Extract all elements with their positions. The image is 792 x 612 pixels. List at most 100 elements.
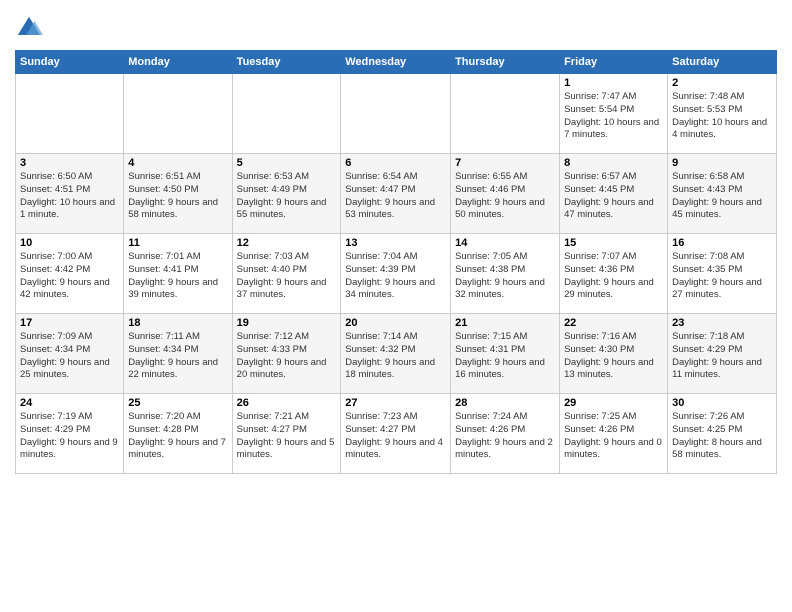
calendar-cell: 6Sunrise: 6:54 AM Sunset: 4:47 PM Daylig…: [341, 154, 451, 234]
day-info: Sunrise: 7:03 AM Sunset: 4:40 PM Dayligh…: [237, 251, 337, 302]
day-info: Sunrise: 7:19 AM Sunset: 4:29 PM Dayligh…: [20, 411, 119, 462]
day-info: Sunrise: 7:18 AM Sunset: 4:29 PM Dayligh…: [672, 331, 772, 382]
day-number: 10: [20, 237, 119, 249]
calendar-cell: 13 Sunrise: 7:04 AM Sunset: 4:39 PM Dayli…: [341, 234, 451, 314]
day-number: 2: [672, 77, 772, 89]
day-info: Sunrise: 6:51 AM Sunset: 4:50 PM Dayligh…: [128, 171, 227, 222]
day-number: 21: [455, 317, 555, 329]
calendar-header-row: SundayMondayTuesdayWednesdayThursdayFrid…: [16, 51, 777, 74]
calendar-header-tuesday: Tuesday: [232, 51, 341, 74]
calendar-week-5: 24 Sunrise: 7:19 AM Sunset: 4:29 PM Dayli…: [16, 394, 777, 474]
calendar-cell: 21 Sunrise: 7:15 AM Sunset: 4:31 PM Dayli…: [451, 314, 560, 394]
day-number: 25: [128, 397, 227, 409]
day-number: 16: [672, 237, 772, 249]
day-number: 26: [237, 397, 337, 409]
day-info: Sunrise: 6:58 AM Sunset: 4:43 PM Dayligh…: [672, 171, 772, 222]
day-info: Sunrise: 6:57 AM Sunset: 4:45 PM Dayligh…: [564, 171, 663, 222]
day-info: Sunrise: 7:14 AM Sunset: 4:32 PM Dayligh…: [345, 331, 446, 382]
day-info: Sunrise: 7:47 AM Sunset: 5:54 PM Dayligh…: [564, 91, 663, 142]
calendar-cell: 28 Sunrise: 7:24 AM Sunset: 4:26 PM Dayli…: [451, 394, 560, 474]
day-number: 24: [20, 397, 119, 409]
day-number: 7: [455, 157, 555, 169]
calendar-cell: 7Sunrise: 6:55 AM Sunset: 4:46 PM Daylig…: [451, 154, 560, 234]
day-info: Sunrise: 6:53 AM Sunset: 4:49 PM Dayligh…: [237, 171, 337, 222]
day-info: Sunrise: 6:50 AM Sunset: 4:51 PM Dayligh…: [20, 171, 119, 222]
day-number: 28: [455, 397, 555, 409]
day-number: 19: [237, 317, 337, 329]
calendar-cell: [232, 74, 341, 154]
calendar-cell: 22 Sunrise: 7:16 AM Sunset: 4:30 PM Dayli…: [560, 314, 668, 394]
day-info: Sunrise: 7:00 AM Sunset: 4:42 PM Dayligh…: [20, 251, 119, 302]
day-info: Sunrise: 7:15 AM Sunset: 4:31 PM Dayligh…: [455, 331, 555, 382]
calendar-week-2: 3 Sunrise: 6:50 AM Sunset: 4:51 PM Daylig…: [16, 154, 777, 234]
calendar-cell: 25 Sunrise: 7:20 AM Sunset: 4:28 PM Dayli…: [124, 394, 232, 474]
calendar-cell: 10 Sunrise: 7:00 AM Sunset: 4:42 PM Dayli…: [16, 234, 124, 314]
calendar: SundayMondayTuesdayWednesdayThursdayFrid…: [15, 50, 777, 474]
day-number: 4: [128, 157, 227, 169]
calendar-cell: 4 Sunrise: 6:51 AM Sunset: 4:50 PM Daylig…: [124, 154, 232, 234]
calendar-cell: 30 Sunrise: 7:26 AM Sunset: 4:25 PM Dayli…: [668, 394, 777, 474]
calendar-cell: 5 Sunrise: 6:53 AM Sunset: 4:49 PM Daylig…: [232, 154, 341, 234]
calendar-week-3: 10 Sunrise: 7:00 AM Sunset: 4:42 PM Dayli…: [16, 234, 777, 314]
day-number: 11: [128, 237, 227, 249]
calendar-header-monday: Monday: [124, 51, 232, 74]
calendar-cell: 16 Sunrise: 7:08 AM Sunset: 4:35 PM Dayli…: [668, 234, 777, 314]
day-number: 15: [564, 237, 663, 249]
calendar-cell: 19 Sunrise: 7:12 AM Sunset: 4:33 PM Dayli…: [232, 314, 341, 394]
day-info: Sunrise: 7:12 AM Sunset: 4:33 PM Dayligh…: [237, 331, 337, 382]
calendar-header-thursday: Thursday: [451, 51, 560, 74]
calendar-cell: 11Sunrise: 7:01 AM Sunset: 4:41 PM Dayli…: [124, 234, 232, 314]
calendar-cell: 26 Sunrise: 7:21 AM Sunset: 4:27 PM Dayli…: [232, 394, 341, 474]
calendar-header-sunday: Sunday: [16, 51, 124, 74]
calendar-cell: 27 Sunrise: 7:23 AM Sunset: 4:27 PM Dayli…: [341, 394, 451, 474]
calendar-cell: 9 Sunrise: 6:58 AM Sunset: 4:43 PM Daylig…: [668, 154, 777, 234]
calendar-week-1: 1Sunrise: 7:47 AM Sunset: 5:54 PM Daylig…: [16, 74, 777, 154]
day-info: Sunrise: 7:07 AM Sunset: 4:36 PM Dayligh…: [564, 251, 663, 302]
day-info: Sunrise: 7:26 AM Sunset: 4:25 PM Dayligh…: [672, 411, 772, 462]
logo: [15, 14, 47, 42]
day-info: Sunrise: 7:48 AM Sunset: 5:53 PM Dayligh…: [672, 91, 772, 142]
day-info: Sunrise: 7:09 AM Sunset: 4:34 PM Dayligh…: [20, 331, 119, 382]
day-info: Sunrise: 7:24 AM Sunset: 4:26 PM Dayligh…: [455, 411, 555, 462]
day-number: 23: [672, 317, 772, 329]
calendar-cell: [124, 74, 232, 154]
day-info: Sunrise: 7:08 AM Sunset: 4:35 PM Dayligh…: [672, 251, 772, 302]
calendar-cell: [341, 74, 451, 154]
day-info: Sunrise: 7:21 AM Sunset: 4:27 PM Dayligh…: [237, 411, 337, 462]
page: SundayMondayTuesdayWednesdayThursdayFrid…: [0, 0, 792, 612]
calendar-cell: [16, 74, 124, 154]
day-number: 18: [128, 317, 227, 329]
calendar-cell: 24 Sunrise: 7:19 AM Sunset: 4:29 PM Dayli…: [16, 394, 124, 474]
day-info: Sunrise: 6:54 AM Sunset: 4:47 PM Dayligh…: [345, 171, 446, 222]
day-number: 13: [345, 237, 446, 249]
day-number: 29: [564, 397, 663, 409]
day-number: 14: [455, 237, 555, 249]
day-number: 20: [345, 317, 446, 329]
calendar-cell: 15 Sunrise: 7:07 AM Sunset: 4:36 PM Dayli…: [560, 234, 668, 314]
day-number: 17: [20, 317, 119, 329]
calendar-cell: 23 Sunrise: 7:18 AM Sunset: 4:29 PM Dayli…: [668, 314, 777, 394]
calendar-cell: 29 Sunrise: 7:25 AM Sunset: 4:26 PM Dayli…: [560, 394, 668, 474]
day-number: 3: [20, 157, 119, 169]
calendar-cell: 3 Sunrise: 6:50 AM Sunset: 4:51 PM Daylig…: [16, 154, 124, 234]
day-info: Sunrise: 7:11 AM Sunset: 4:34 PM Dayligh…: [128, 331, 227, 382]
calendar-cell: 17 Sunrise: 7:09 AM Sunset: 4:34 PM Dayli…: [16, 314, 124, 394]
day-number: 12: [237, 237, 337, 249]
day-info: Sunrise: 7:23 AM Sunset: 4:27 PM Dayligh…: [345, 411, 446, 462]
day-number: 22: [564, 317, 663, 329]
logo-icon: [15, 14, 43, 42]
day-info: Sunrise: 7:04 AM Sunset: 4:39 PM Dayligh…: [345, 251, 446, 302]
day-number: 5: [237, 157, 337, 169]
day-number: 27: [345, 397, 446, 409]
day-info: Sunrise: 7:25 AM Sunset: 4:26 PM Dayligh…: [564, 411, 663, 462]
day-info: Sunrise: 7:05 AM Sunset: 4:38 PM Dayligh…: [455, 251, 555, 302]
calendar-header-friday: Friday: [560, 51, 668, 74]
day-number: 30: [672, 397, 772, 409]
day-number: 8: [564, 157, 663, 169]
day-number: 9: [672, 157, 772, 169]
day-info: Sunrise: 7:16 AM Sunset: 4:30 PM Dayligh…: [564, 331, 663, 382]
calendar-cell: 8 Sunrise: 6:57 AM Sunset: 4:45 PM Daylig…: [560, 154, 668, 234]
header: [15, 10, 777, 42]
calendar-header-saturday: Saturday: [668, 51, 777, 74]
day-info: Sunrise: 7:20 AM Sunset: 4:28 PM Dayligh…: [128, 411, 227, 462]
